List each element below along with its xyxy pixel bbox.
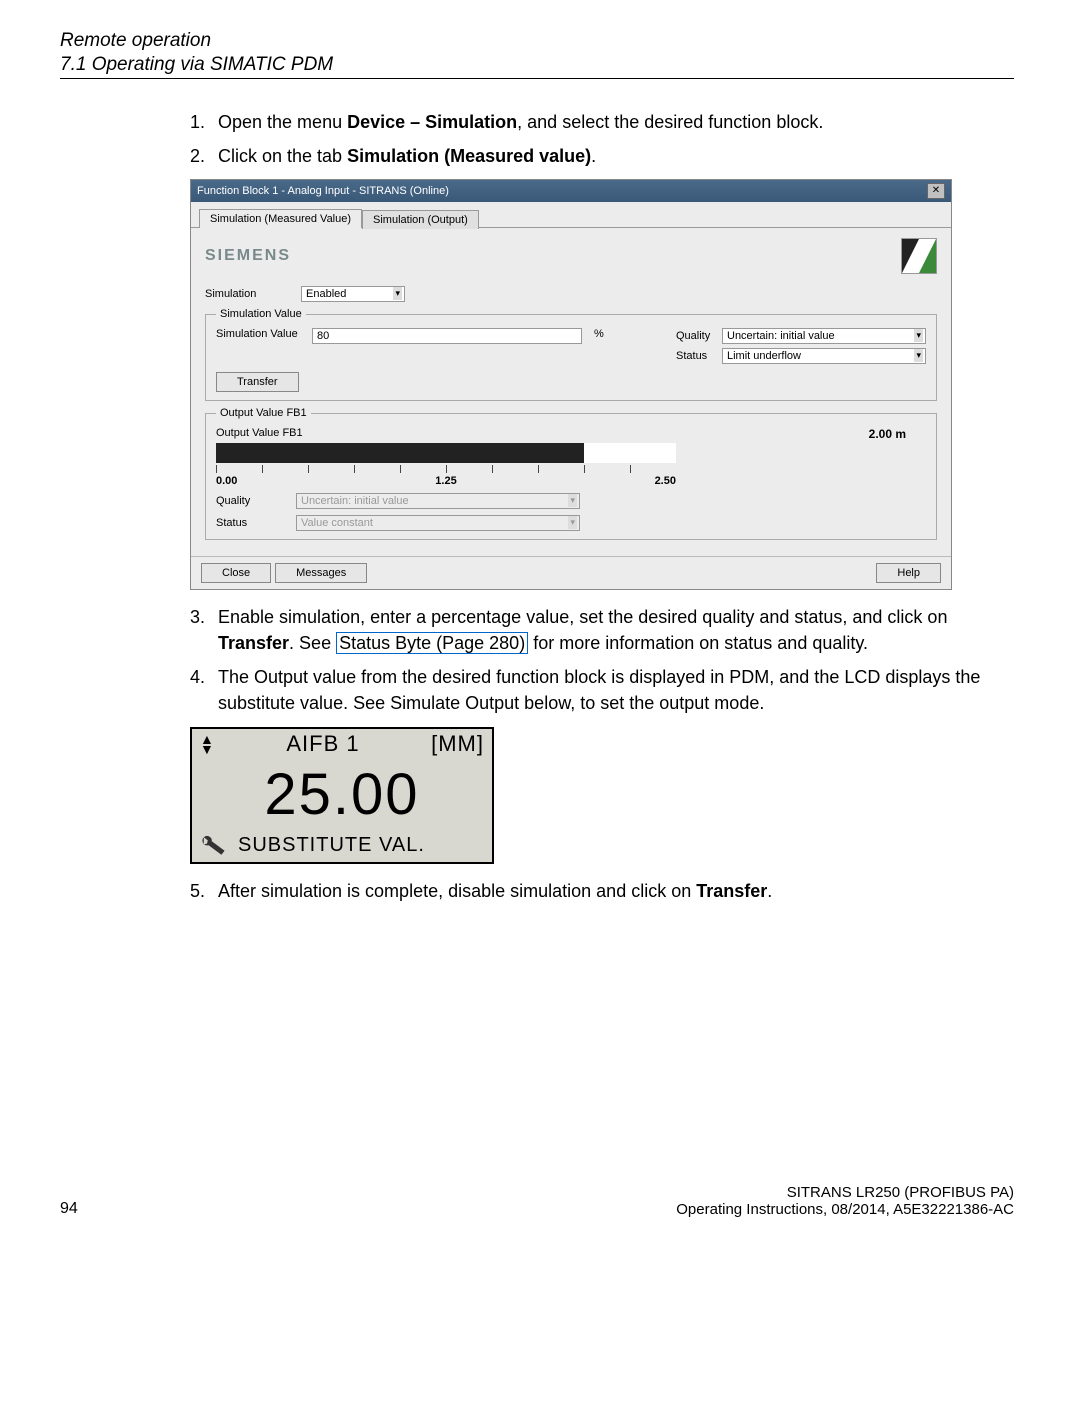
step-text: Open the menu Device – Simulation, and s… xyxy=(218,109,994,135)
messages-button[interactable]: Messages xyxy=(275,563,367,583)
step-number: 2. xyxy=(190,143,218,169)
simulation-label: Simulation xyxy=(205,288,293,300)
transfer-button[interactable]: Transfer xyxy=(216,372,299,392)
lcd-value: 25.00 xyxy=(192,759,492,834)
tab-sim-output[interactable]: Simulation (Output) xyxy=(362,210,479,229)
output-value-group: Output Value FB1 Output Value FB1 2.00 m… xyxy=(205,407,937,540)
out-status-label: Status xyxy=(216,517,276,529)
dialog-titlebar: Function Block 1 - Analog Input - SITRAN… xyxy=(191,180,951,202)
siemens-logo: SIEMENS xyxy=(205,247,291,265)
step-5: 5. After simulation is complete, disable… xyxy=(190,878,994,904)
lcd-fb-label: AIFB 1 xyxy=(286,731,359,757)
output-value-label: Output Value FB1 xyxy=(216,427,926,439)
lcd-status: SUBSTITUTE VAL. xyxy=(238,834,425,857)
lcd-unit: [MM] xyxy=(431,731,484,757)
status-dropdown[interactable]: Limit underflow xyxy=(722,348,926,364)
help-button[interactable]: Help xyxy=(876,563,941,583)
step-text: Enable simulation, enter a percentage va… xyxy=(218,604,994,656)
simvalue-input[interactable]: 80 xyxy=(312,328,582,344)
simulation-dropdown[interactable]: Enabled xyxy=(301,286,405,302)
doc-info: Operating Instructions, 08/2014, A5E3222… xyxy=(676,1201,1014,1218)
step-text: Click on the tab Simulation (Measured va… xyxy=(218,143,994,169)
tick-1: 1.25 xyxy=(435,475,456,487)
page-number: 94 xyxy=(60,1200,78,1218)
simulation-value-legend: Simulation Value xyxy=(216,308,306,320)
step-2: 2. Click on the tab Simulation (Measured… xyxy=(190,143,994,169)
function-block-icon xyxy=(901,238,937,274)
page-header: Remote operation 7.1 Operating via SIMAT… xyxy=(60,30,1014,79)
close-icon[interactable]: ✕ xyxy=(927,183,945,199)
tab-sim-measured[interactable]: Simulation (Measured Value) xyxy=(199,209,362,228)
step-1: 1. Open the menu Device – Simulation, an… xyxy=(190,109,994,135)
simulation-dialog: Function Block 1 - Analog Input - SITRAN… xyxy=(190,179,952,590)
status-byte-link[interactable]: Status Byte (Page 280) xyxy=(336,632,528,654)
step-3: 3. Enable simulation, enter a percentage… xyxy=(190,604,994,656)
simvalue-label: Simulation Value xyxy=(216,328,304,340)
step-number: 1. xyxy=(190,109,218,135)
step-text: After simulation is complete, disable si… xyxy=(218,878,994,904)
step-4: 4. The Output value from the desired fun… xyxy=(190,664,994,716)
header-title: Remote operation xyxy=(60,30,1014,52)
output-value-legend: Output Value FB1 xyxy=(216,407,311,419)
percent-label: % xyxy=(594,328,604,340)
header-subtitle: 7.1 Operating via SIMATIC PDM xyxy=(60,54,1014,76)
step-number: 3. xyxy=(190,604,218,656)
tick-0: 0.00 xyxy=(216,475,237,487)
out-quality-dropdown: Uncertain: initial value xyxy=(296,493,580,509)
updown-arrows-icon: ▲▼ xyxy=(200,734,215,754)
out-quality-label: Quality xyxy=(216,495,276,507)
bar-current-value: 2.00 m xyxy=(869,427,906,441)
lcd-display: ▲▼ AIFB 1 [MM] 25.00 SUBSTITUTE VAL. xyxy=(190,727,494,864)
step-number: 5. xyxy=(190,878,218,904)
close-button[interactable]: Close xyxy=(201,563,271,583)
wrench-icon xyxy=(198,834,232,858)
quality-label: Quality xyxy=(676,330,716,342)
page-footer: 94 SITRANS LR250 (PROFIBUS PA) Operating… xyxy=(60,1184,1014,1218)
quality-dropdown[interactable]: Uncertain: initial value xyxy=(722,328,926,344)
output-bar-remainder xyxy=(584,443,676,463)
dialog-title: Function Block 1 - Analog Input - SITRAN… xyxy=(197,185,449,197)
bar-scale: 0.00 1.25 2.50 xyxy=(216,475,676,487)
step-number: 4. xyxy=(190,664,218,716)
tick-2: 2.50 xyxy=(655,475,676,487)
status-label: Status xyxy=(676,350,716,362)
step-text: The Output value from the desired functi… xyxy=(218,664,994,716)
out-status-dropdown: Value constant xyxy=(296,515,580,531)
simulation-value-group: Simulation Value Simulation Value 80 % Q… xyxy=(205,308,937,401)
output-bar xyxy=(216,443,676,463)
product-name: SITRANS LR250 (PROFIBUS PA) xyxy=(676,1184,1014,1201)
